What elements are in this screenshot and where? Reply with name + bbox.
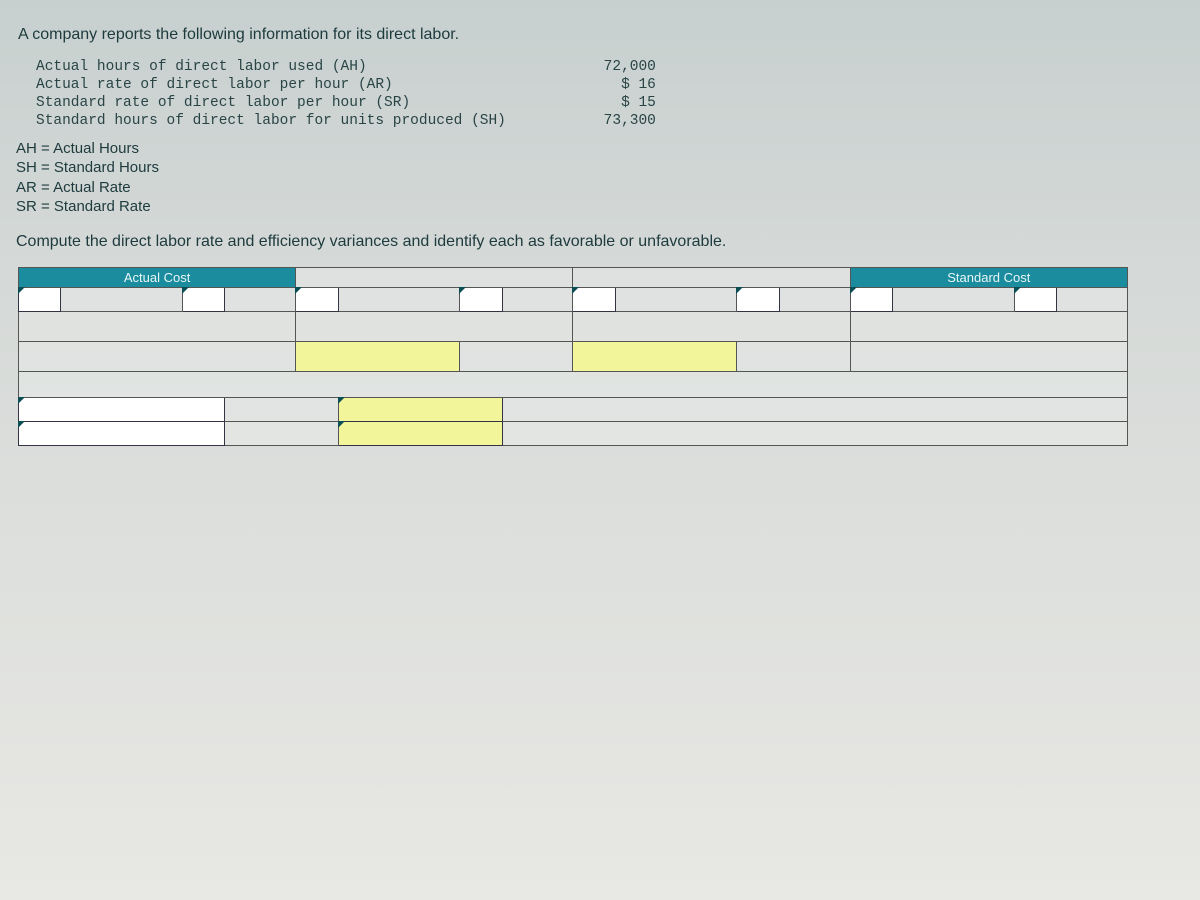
- variance-table: Actual Cost Standard Cost: [18, 267, 1128, 446]
- actual-cost-header: Actual Cost: [19, 267, 296, 287]
- middle-header-blank: [573, 267, 850, 287]
- data-value: $ 15: [586, 94, 656, 112]
- data-value: $ 16: [586, 76, 656, 94]
- input-row-factors: [19, 287, 1128, 311]
- value-cell: [1057, 287, 1128, 311]
- blank-cell: [502, 421, 1127, 445]
- standard-cost-header: Standard Cost: [850, 267, 1127, 287]
- value-cell: [502, 287, 573, 311]
- spacer-row: [19, 371, 1128, 397]
- blank-cell: [502, 397, 1127, 421]
- legend-line: SH = Standard Hours: [16, 158, 1186, 178]
- value-cell: [225, 287, 296, 311]
- factor-input[interactable]: [460, 287, 502, 311]
- total-cell: [296, 311, 573, 341]
- factor-input[interactable]: [19, 287, 61, 311]
- abbrev-legend: AH = Actual Hours SH = Standard Hours AR…: [16, 139, 1186, 217]
- factor-input[interactable]: [850, 287, 892, 311]
- legend-line: SR = Standard Rate: [16, 197, 1186, 217]
- variance-amount-cell: [460, 341, 573, 371]
- totals-row: [19, 311, 1128, 341]
- variance-name-input[interactable]: [296, 341, 460, 371]
- middle-header-blank: [296, 267, 573, 287]
- blank-cell: [850, 341, 1127, 371]
- question-prompt: Compute the direct labor rate and effici…: [16, 233, 1186, 251]
- table-header-row: Actual Cost Standard Cost: [19, 267, 1128, 287]
- legend-line: AR = Actual Rate: [16, 178, 1186, 198]
- legend-line: AH = Actual Hours: [16, 139, 1186, 159]
- given-data-values: 72,000 $ 16 $ 15 73,300: [586, 58, 656, 131]
- value-cell: [338, 287, 459, 311]
- variance-amount-cell: [737, 341, 850, 371]
- value-cell: [779, 287, 850, 311]
- data-label: Actual rate of direct labor per hour (AR…: [36, 76, 506, 94]
- data-value: 73,300: [586, 112, 656, 130]
- label-input[interactable]: [19, 397, 225, 421]
- total-cell: [850, 311, 1127, 341]
- blank-cell: [19, 341, 296, 371]
- total-cell: [573, 311, 850, 341]
- spacer-cell: [19, 371, 1128, 397]
- data-label: Standard hours of direct labor for units…: [36, 112, 506, 130]
- value-cell: [893, 287, 1014, 311]
- factor-input[interactable]: [1014, 287, 1056, 311]
- label-input[interactable]: [19, 421, 225, 445]
- intro-text: A company reports the following informat…: [18, 26, 1186, 44]
- data-label: Actual hours of direct labor used (AH): [36, 58, 506, 76]
- lower-row-2: [19, 421, 1128, 445]
- factor-input[interactable]: [296, 287, 338, 311]
- value-cell: [225, 421, 338, 445]
- factor-input[interactable]: [182, 287, 224, 311]
- value-cell: [615, 287, 736, 311]
- variance-row-1: [19, 341, 1128, 371]
- given-data-labels: Actual hours of direct labor used (AH) A…: [36, 58, 506, 131]
- data-label: Standard rate of direct labor per hour (…: [36, 94, 506, 112]
- data-value: 72,000: [586, 58, 656, 76]
- value-cell: [225, 397, 338, 421]
- factor-input[interactable]: [573, 287, 615, 311]
- factor-input[interactable]: [737, 287, 779, 311]
- given-data-block: Actual hours of direct labor used (AH) A…: [36, 58, 1186, 131]
- lower-row-1: [19, 397, 1128, 421]
- variance-name-input[interactable]: [573, 341, 737, 371]
- fav-unfav-select[interactable]: [338, 397, 502, 421]
- total-cell: [19, 311, 296, 341]
- value-cell: [61, 287, 182, 311]
- fav-unfav-select[interactable]: [338, 421, 502, 445]
